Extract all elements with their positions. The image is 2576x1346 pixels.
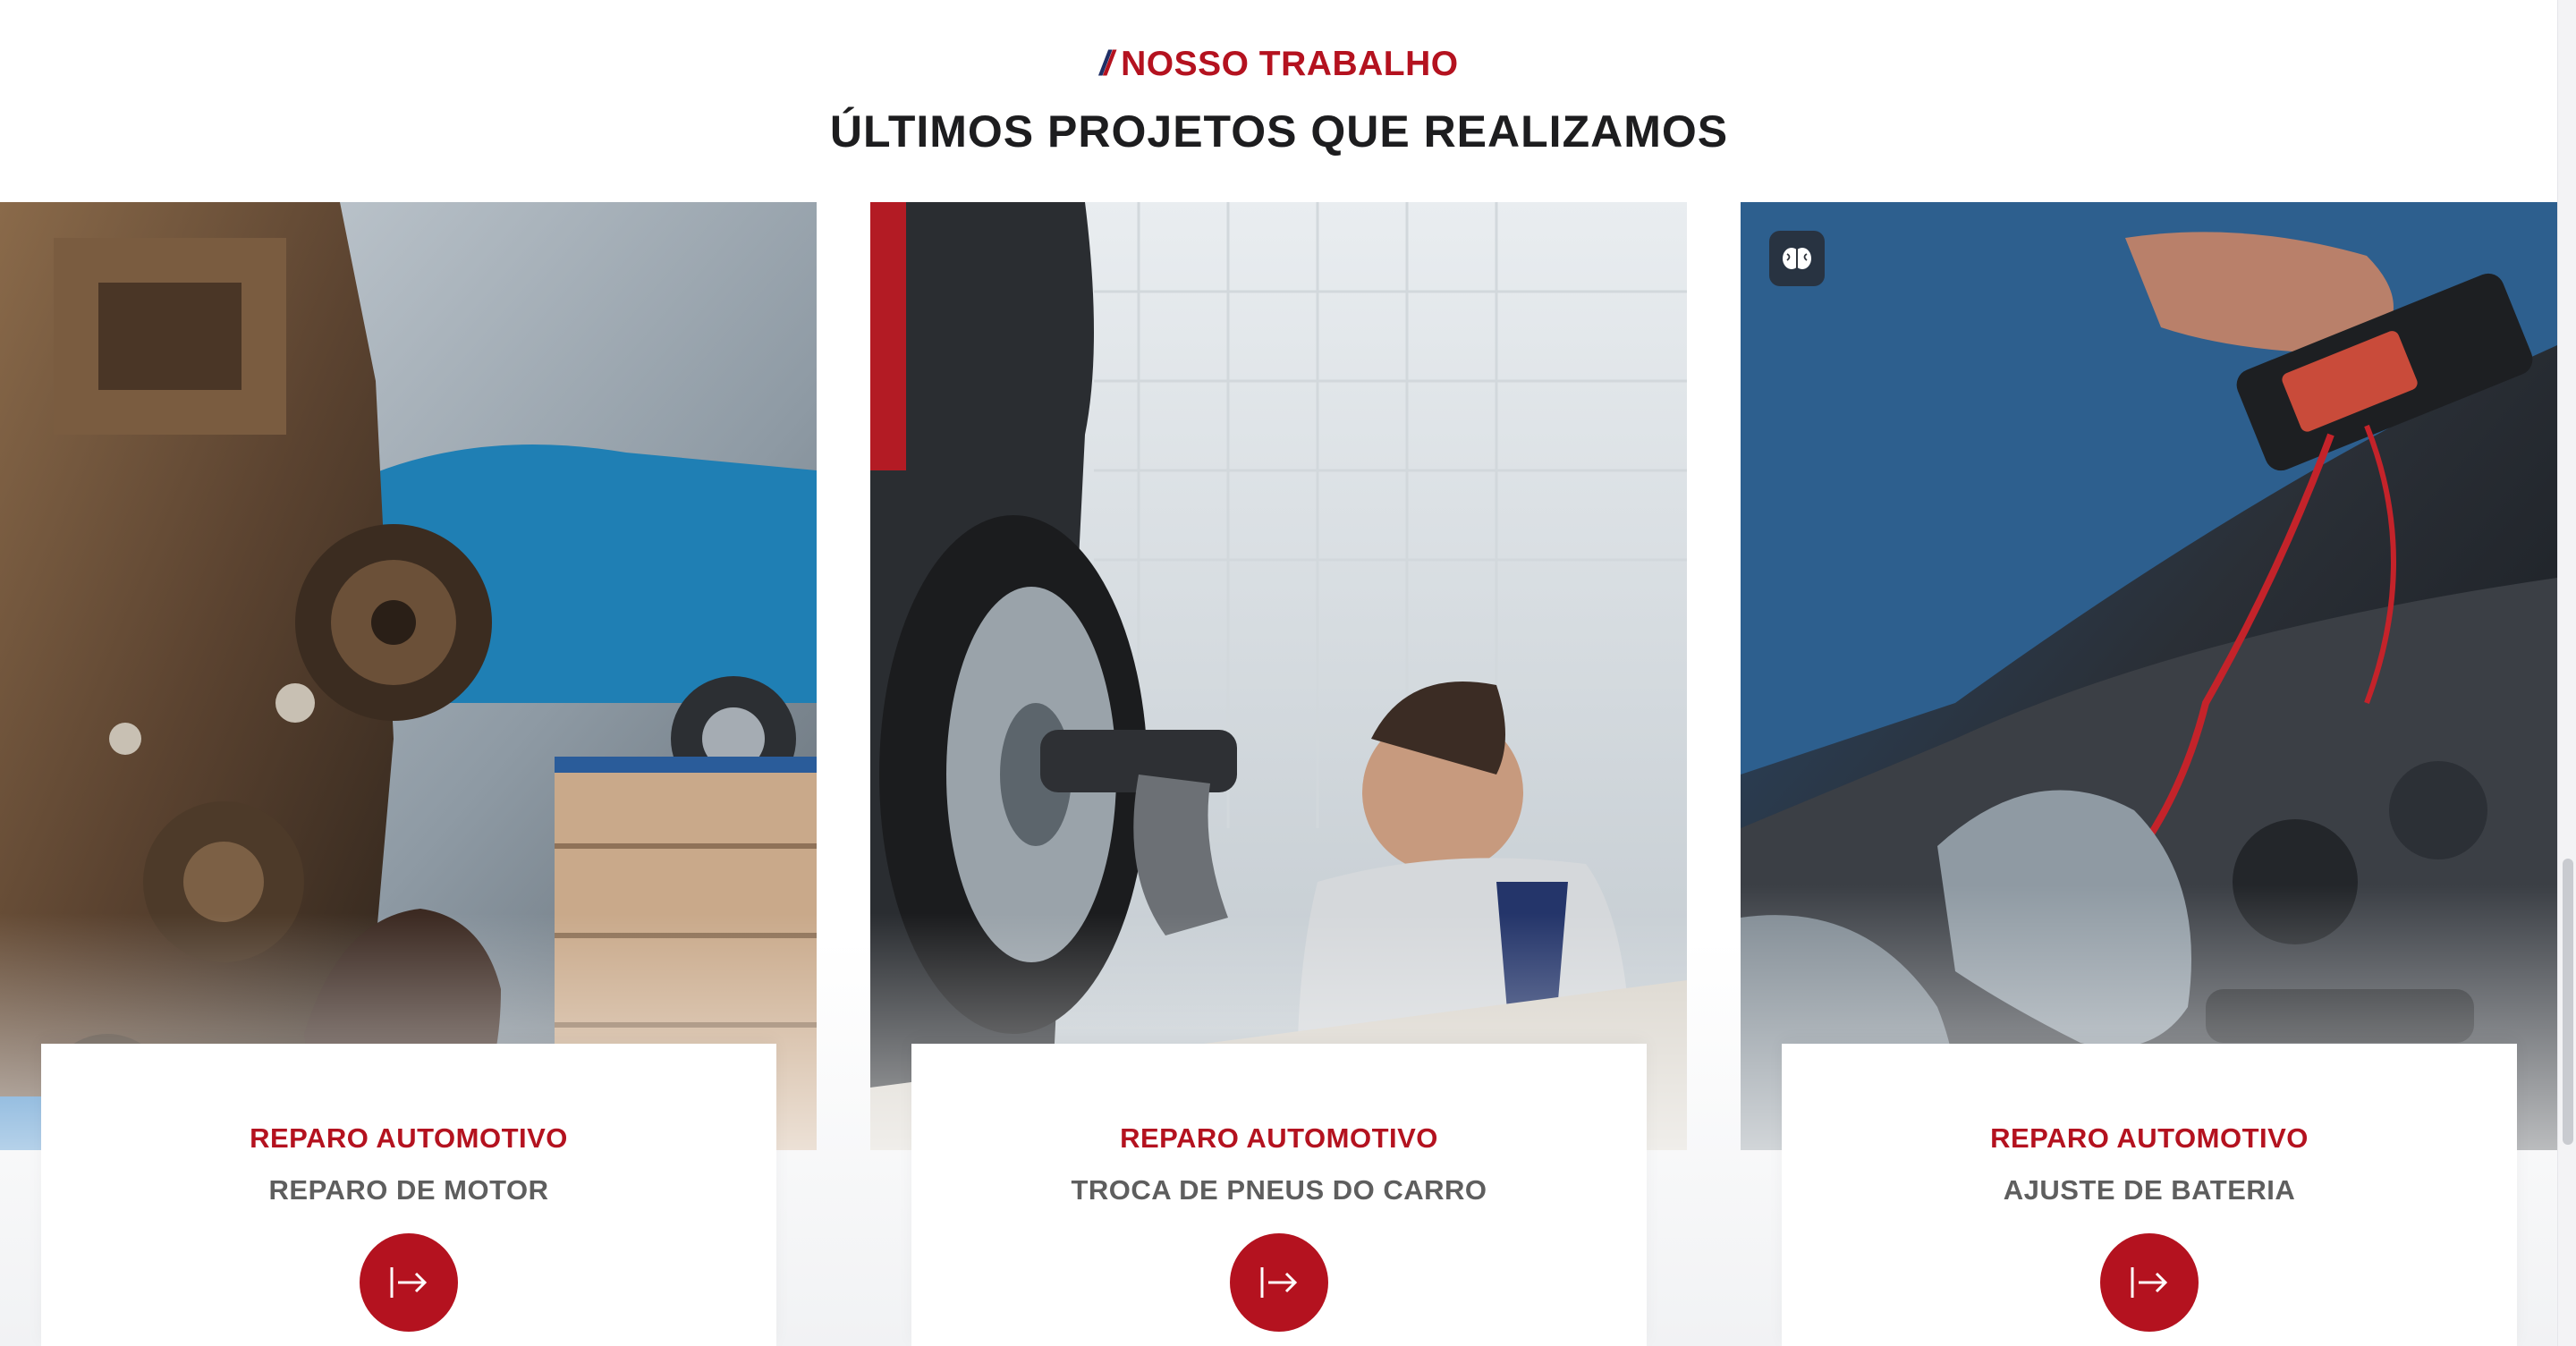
project-title[interactable]: TROCA DE PNEUS DO CARRO — [911, 1174, 1647, 1206]
project-card-engine: REPARO AUTOMOTIVO REPARO DE MOTOR — [0, 202, 817, 1346]
tire-change-photo — [870, 202, 1687, 1150]
open-project-button[interactable] — [2100, 1233, 2199, 1332]
arrow-right-icon — [390, 1267, 428, 1298]
arrow-right-icon — [1260, 1267, 1298, 1298]
project-card-battery: REPARO AUTOMOTIVO AJUSTE DE BATERIA — [1741, 202, 2557, 1346]
section-heading: ÚLTIMOS PROJETOS QUE REALIZAMOS — [829, 106, 1729, 157]
open-project-button[interactable] — [360, 1233, 458, 1332]
project-card-info: REPARO AUTOMOTIVO REPARO DE MOTOR — [41, 1044, 776, 1346]
arrow-right-icon — [2131, 1267, 2168, 1298]
projects-section: //NOSSO TRABALHO ÚLTIMOS PROJETOS QUE RE… — [0, 0, 2576, 1346]
project-title[interactable]: AJUSTE DE BATERIA — [1782, 1174, 2517, 1206]
project-card-tire: REPARO AUTOMOTIVO TROCA DE PNEUS DO CARR… — [870, 202, 1687, 1346]
eyebrow-label: NOSSO TRABALHO — [1121, 45, 1459, 83]
project-category: REPARO AUTOMOTIVO — [1120, 1122, 1438, 1154]
scrollbar-thumb[interactable] — [2563, 859, 2573, 1145]
scrollbar[interactable] — [2557, 0, 2576, 1346]
double-slash-icon: // — [1099, 45, 1114, 83]
project-card-info: REPARO AUTOMOTIVO TROCA DE PNEUS DO CARR… — [911, 1044, 1647, 1346]
project-title[interactable]: REPARO DE MOTOR — [41, 1174, 776, 1206]
engine-repair-photo — [0, 202, 817, 1150]
project-category: REPARO AUTOMOTIVO — [1990, 1122, 2309, 1154]
brain-icon[interactable] — [1769, 231, 1825, 286]
open-project-button[interactable] — [1230, 1233, 1328, 1332]
battery-adjust-photo — [1741, 202, 2557, 1150]
project-card-info: REPARO AUTOMOTIVO AJUSTE DE BATERIA — [1782, 1044, 2517, 1346]
project-category: REPARO AUTOMOTIVO — [250, 1122, 568, 1154]
brain-icon-glyph — [1783, 248, 1811, 269]
section-eyebrow: //NOSSO TRABALHO — [0, 45, 2558, 84]
